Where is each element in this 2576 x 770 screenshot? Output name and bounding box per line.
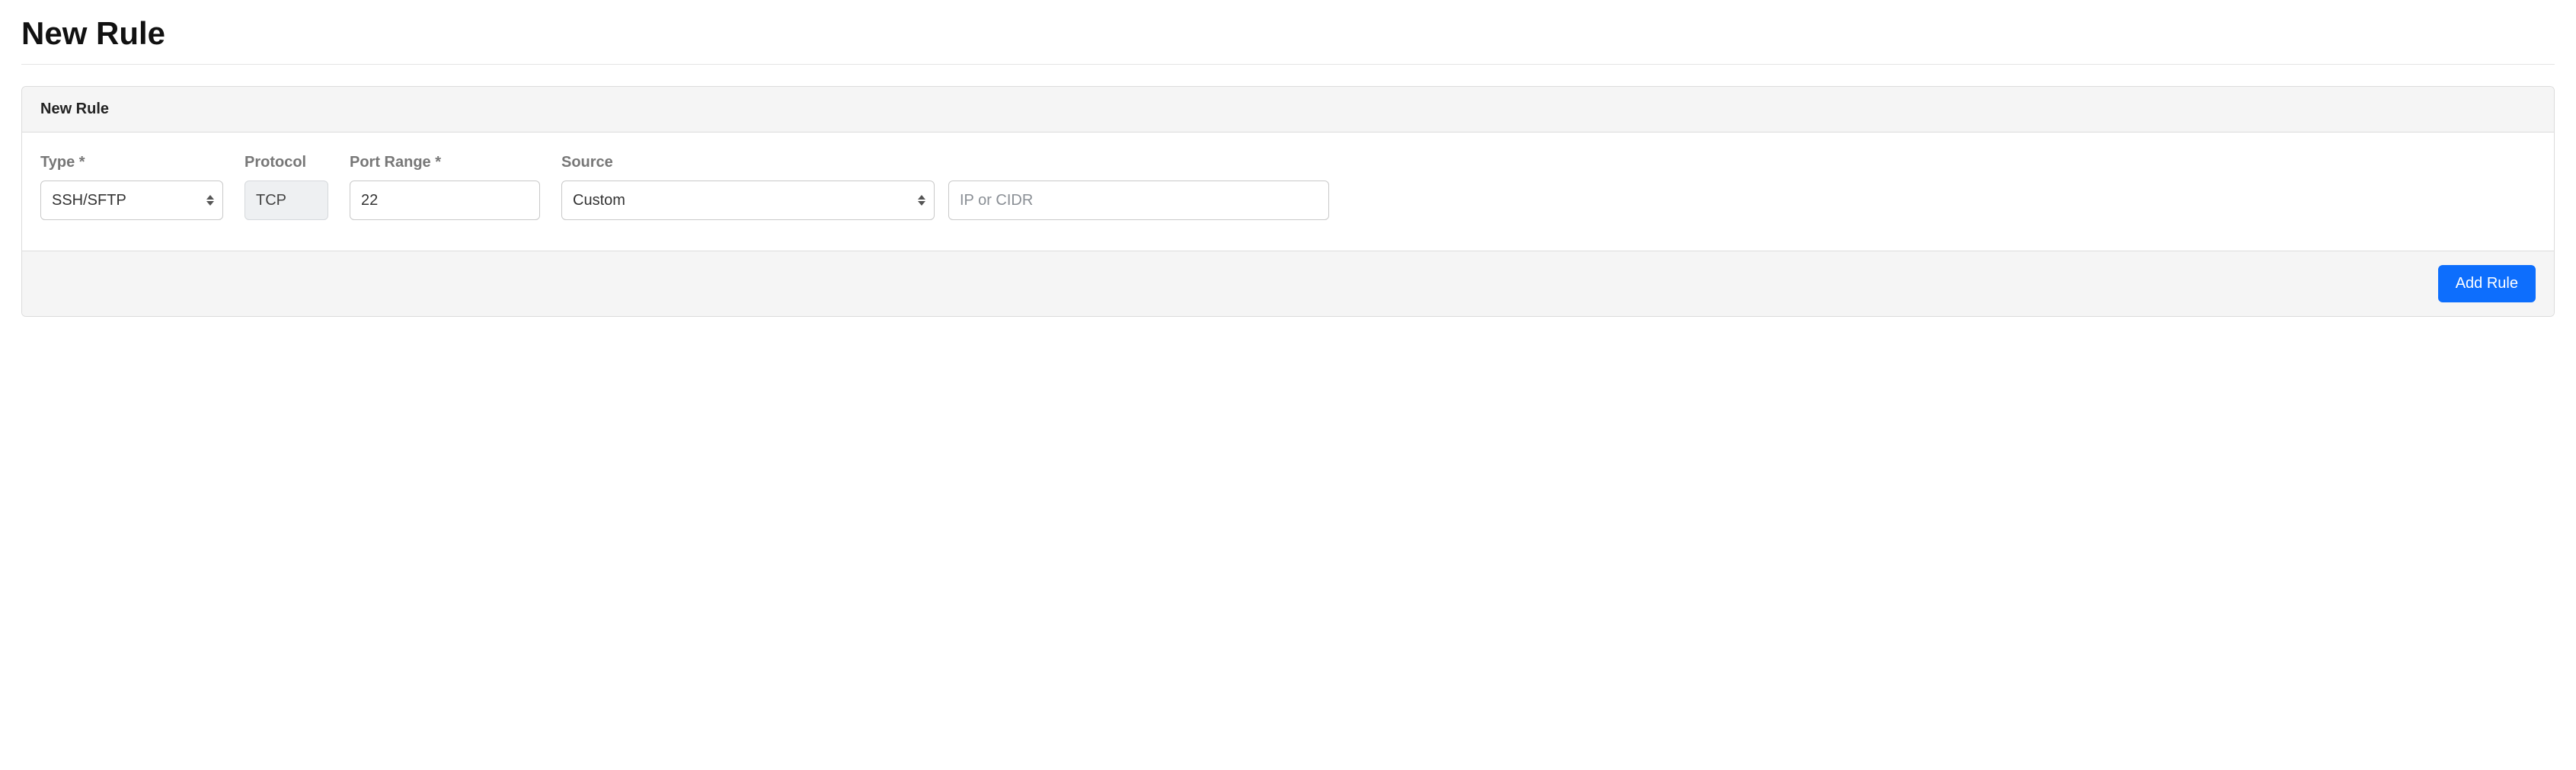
port-range-input[interactable] — [350, 181, 540, 220]
panel-footer: Add Rule — [22, 251, 2554, 316]
protocol-label: Protocol — [244, 154, 328, 171]
panel-body: Type * SSH/SFTP Protocol TCP Por — [22, 133, 2554, 251]
field-protocol: Protocol TCP — [244, 154, 328, 220]
field-port-range: Port Range * — [350, 154, 540, 220]
add-rule-button[interactable]: Add Rule — [2438, 265, 2536, 302]
title-divider — [21, 64, 2555, 65]
type-select[interactable]: SSH/SFTP — [40, 181, 223, 220]
source-ip-input[interactable] — [948, 181, 1329, 220]
source-label: Source — [561, 154, 1329, 171]
protocol-value: TCP — [244, 181, 328, 220]
page-title: New Rule — [21, 15, 2555, 52]
new-rule-panel: New Rule Type * SSH/SFTP Protocol — [21, 86, 2555, 317]
panel-header: New Rule — [22, 87, 2554, 133]
source-select[interactable]: Custom — [561, 181, 935, 220]
field-type: Type * SSH/SFTP — [40, 154, 223, 220]
field-source: Source Custom — [561, 154, 1329, 220]
type-label: Type * — [40, 154, 223, 171]
port-range-label: Port Range * — [350, 154, 540, 171]
